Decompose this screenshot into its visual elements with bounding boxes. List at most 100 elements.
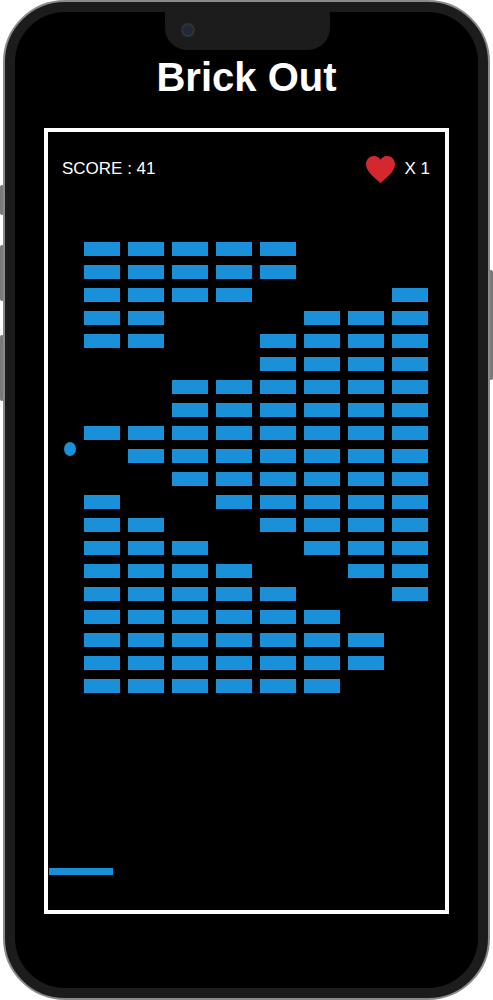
brick [84, 679, 120, 693]
brick [216, 679, 252, 693]
brick [260, 541, 296, 555]
brick [216, 472, 252, 486]
game-board[interactable]: SCORE : 41X 1 [44, 128, 449, 914]
brick [392, 380, 428, 394]
ball [64, 442, 76, 456]
brick [128, 564, 164, 578]
brick [392, 564, 428, 578]
brick [84, 426, 120, 440]
brick [216, 403, 252, 417]
brick [84, 587, 120, 601]
brick [128, 311, 164, 325]
brick [392, 449, 428, 463]
brick [172, 242, 208, 256]
brick [172, 679, 208, 693]
brick [348, 656, 384, 670]
paddle[interactable] [49, 868, 113, 875]
brick [348, 403, 384, 417]
brick [216, 656, 252, 670]
brick [128, 357, 164, 371]
brick [260, 426, 296, 440]
brick [392, 357, 428, 371]
brick [304, 495, 340, 509]
brick [172, 311, 208, 325]
brick [304, 564, 340, 578]
brick [348, 242, 384, 256]
brick [84, 242, 120, 256]
brick [304, 610, 340, 624]
brick [260, 242, 296, 256]
brick [392, 633, 428, 647]
brick [172, 610, 208, 624]
brick [260, 449, 296, 463]
brick [304, 472, 340, 486]
brick [172, 357, 208, 371]
brick [348, 426, 384, 440]
brick [392, 426, 428, 440]
brick [392, 495, 428, 509]
brick [348, 495, 384, 509]
heart-icon [365, 155, 396, 184]
brick [260, 633, 296, 647]
game-title: Brick Out [44, 52, 449, 102]
brick [348, 288, 384, 302]
brick [172, 495, 208, 509]
brick [216, 633, 252, 647]
brick [128, 426, 164, 440]
brick [348, 334, 384, 348]
phone-screen: Brick Out SCORE : 41X 1 [15, 12, 478, 988]
brick [304, 311, 340, 325]
brick [216, 587, 252, 601]
brick [84, 472, 120, 486]
brick [392, 587, 428, 601]
camera-icon [181, 23, 195, 37]
brick [304, 403, 340, 417]
brick [260, 587, 296, 601]
brick [348, 564, 384, 578]
brick [304, 380, 340, 394]
brick [172, 564, 208, 578]
brick [172, 656, 208, 670]
brick [348, 518, 384, 532]
brick [348, 380, 384, 394]
brick [84, 265, 120, 279]
brick [84, 633, 120, 647]
brick [304, 587, 340, 601]
brick [172, 265, 208, 279]
brick [392, 288, 428, 302]
brick [84, 449, 120, 463]
brick [392, 518, 428, 532]
brick [216, 518, 252, 532]
brick [128, 472, 164, 486]
brick [348, 541, 384, 555]
brick [348, 357, 384, 371]
brick [304, 426, 340, 440]
brick [304, 633, 340, 647]
brick [216, 495, 252, 509]
brick [216, 449, 252, 463]
brick [84, 334, 120, 348]
brick [84, 311, 120, 325]
brick [348, 311, 384, 325]
brick [128, 449, 164, 463]
brick [84, 495, 120, 509]
brick [128, 610, 164, 624]
brick [84, 357, 120, 371]
brick [216, 564, 252, 578]
brick [260, 679, 296, 693]
brick [260, 656, 296, 670]
brick [304, 288, 340, 302]
brick [260, 495, 296, 509]
brick [260, 311, 296, 325]
brick [392, 679, 428, 693]
brick [172, 587, 208, 601]
brick [84, 541, 120, 555]
brick [304, 656, 340, 670]
brick [348, 265, 384, 279]
brick [392, 656, 428, 670]
hud: SCORE : 41X 1 [48, 152, 445, 186]
brick [128, 265, 164, 279]
brick [216, 541, 252, 555]
lives-count: X 1 [404, 159, 430, 179]
brick [392, 472, 428, 486]
